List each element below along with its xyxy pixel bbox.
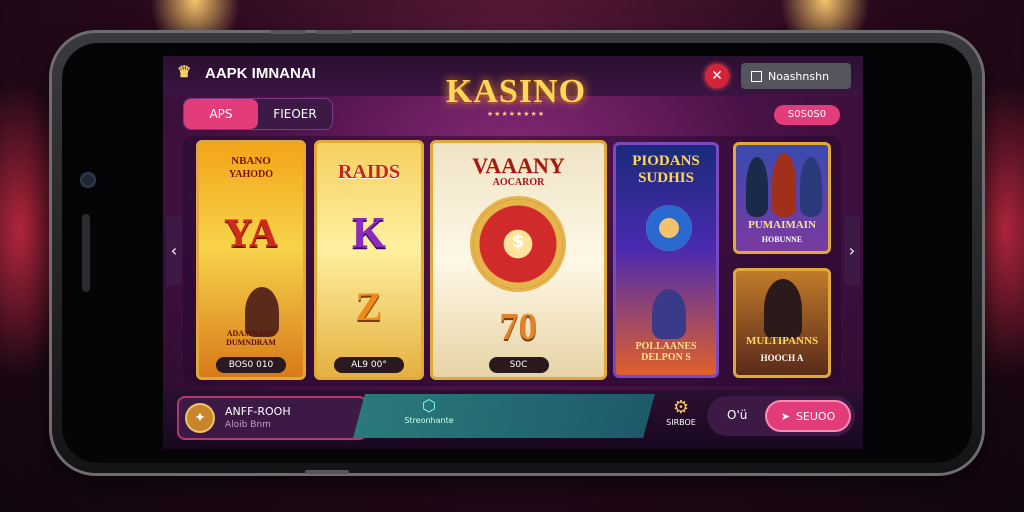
account-label: Noashnshn	[768, 69, 830, 83]
card-3-title: VAAANY	[472, 153, 565, 178]
card-6-subtitle: HOOCH A	[760, 353, 804, 363]
character-image	[764, 279, 802, 339]
card-4-title: PIODANS SUDHIS	[632, 153, 700, 186]
card-1-big: YA	[223, 210, 279, 255]
chevron-right-icon: ›	[848, 241, 856, 260]
close-icon: ✕	[711, 68, 723, 84]
gear-icon: ⚙	[672, 397, 690, 418]
brand[interactable]: ♛ AAPK IMNANAI	[177, 64, 316, 82]
card-1-pill: BOS0 010	[216, 357, 286, 373]
user-box-icon	[751, 70, 762, 82]
logo-text: KASINO	[445, 73, 587, 110]
coin-icon	[646, 205, 692, 251]
action-icons[interactable]: O'ü	[727, 408, 747, 422]
kasino-logo: KASINO ★★★★★★★★	[431, 74, 601, 124]
balance-badge[interactable]: S0S0S0	[774, 105, 840, 125]
app-screen: ♛ AAPK IMNANAI KASINO ★★★★★★★★ ✕ Noashns…	[163, 56, 863, 449]
card-1-caption: ADAMNANO DUMNDRAM	[226, 329, 276, 347]
character-image	[772, 153, 796, 217]
character-image	[652, 289, 686, 339]
user-panel[interactable]: ✦ ANFF-ROOH Aloib Bnm	[177, 396, 367, 440]
avatar: ✦	[187, 405, 213, 431]
card-2-big: K	[351, 208, 387, 257]
character-image	[746, 157, 768, 217]
tab-aps[interactable]: APS	[184, 99, 258, 129]
user-name: ANFF-ROOH	[225, 405, 291, 418]
carousel-next-button[interactable]: ›	[844, 216, 860, 286]
shield-icon: ⬡	[422, 396, 436, 415]
card-4-caption: POLLAANES DELPON S	[635, 341, 697, 363]
card-3-big: 70	[499, 306, 538, 348]
play-label: SEUOO	[795, 409, 836, 423]
card-2-big2: Z	[355, 284, 383, 329]
card-2-pill: AL9 00°	[334, 357, 404, 373]
game-card-6[interactable]: MULTIPANNS HOOCH A	[733, 268, 831, 378]
character-image	[800, 157, 822, 217]
logo-sub: ★★★★★★★★	[486, 110, 546, 118]
front-camera	[80, 172, 96, 188]
tab-aps-label: APS	[209, 107, 233, 121]
game-card-2[interactable]: RAIDS K Z AL9 00°	[314, 140, 424, 380]
card-1-title: NBANO	[231, 155, 271, 167]
card-2-title: RAIDS	[337, 161, 401, 183]
power-button	[305, 470, 349, 474]
card-5-subtitle: HOBUNNE	[761, 235, 803, 244]
carousel-prev-button[interactable]: ‹	[166, 216, 182, 286]
game-card-3[interactable]: VAAANY AOCAROR $ 70 S0C	[430, 140, 607, 380]
close-button[interactable]: ✕	[705, 64, 729, 88]
game-card-4[interactable]: PIODANS SUDHIS POLLAANES DELPON S	[613, 142, 719, 378]
tab-bar: APS FIEOER	[183, 98, 333, 130]
play-button[interactable]: ➤ SEUOO	[765, 400, 851, 432]
volume-up-button	[270, 30, 306, 34]
user-subtitle: Aloib Bnm	[225, 420, 271, 430]
card-6-title: MULTIPANNS	[745, 335, 819, 347]
stream-content: ⬡ Streonhante	[399, 396, 459, 425]
action-panel: O'ü ➤ SEUOO	[707, 396, 855, 436]
chevron-left-icon: ‹	[170, 241, 178, 260]
settings-button[interactable]: ⚙ SIRBOE	[659, 397, 703, 428]
dollar-icon: $	[511, 231, 525, 252]
stream-label: Streonhante	[404, 416, 454, 425]
account-button[interactable]: Noashnshn	[741, 63, 851, 89]
crown-icon: ♛	[177, 64, 192, 81]
card-3-pill: S0C	[488, 357, 549, 373]
speaker-grille	[82, 214, 90, 292]
balance-label: S0S0S0	[787, 109, 827, 120]
tab-fieoer-label: FIEOER	[273, 107, 317, 121]
card-1-subtitle: YAHODO	[228, 169, 274, 180]
tab-fieoer[interactable]: FIEOER	[258, 99, 332, 129]
volume-down-button	[316, 30, 352, 34]
game-card-1[interactable]: NBANO YAHODO YA ADAMNANO DUMNDRAM BOS0 0…	[196, 140, 306, 380]
brand-name: AAPK IMNANAI	[205, 64, 316, 82]
card-5-title: PUMAIMAIN	[748, 219, 816, 231]
bottom-bar: ✦ ANFF-ROOH Aloib Bnm ⬡ Streonhante ⚙ SI…	[163, 390, 863, 449]
game-card-5[interactable]: PUMAIMAIN HOBUNNE	[733, 142, 831, 254]
settings-label: SIRBOE	[666, 418, 696, 427]
play-icon: ➤	[780, 409, 790, 423]
card-3-subtitle: AOCAROR	[492, 177, 545, 188]
